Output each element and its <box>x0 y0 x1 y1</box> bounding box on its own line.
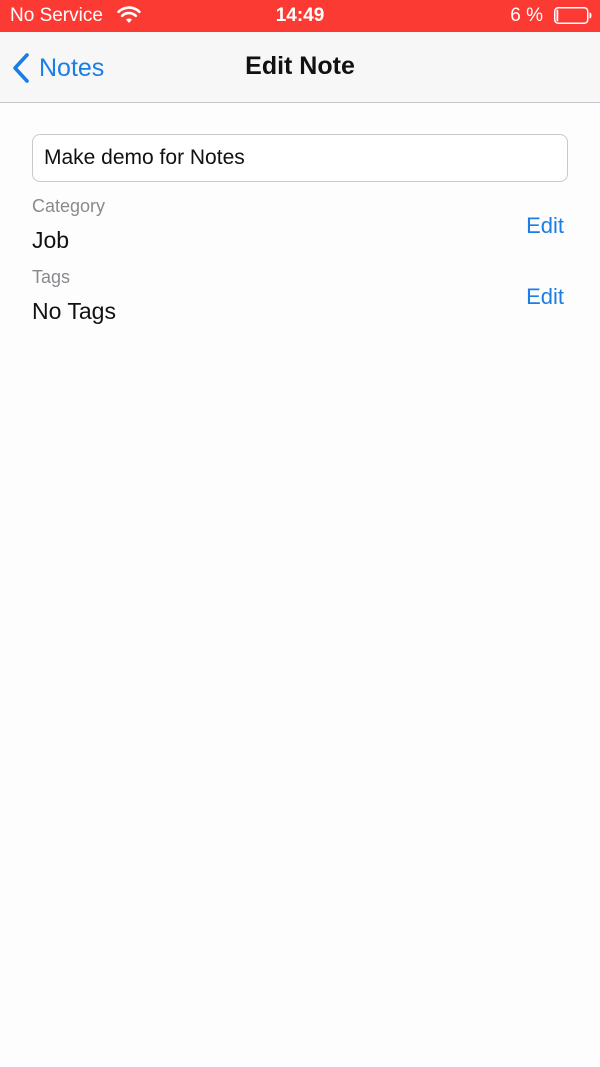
status-bar: No Service 14:49 6 % <box>0 0 600 32</box>
battery-percent: 6 % <box>510 5 543 26</box>
edit-category-button[interactable]: Edit <box>526 213 564 239</box>
navigation-bar: Notes Edit Note <box>0 32 600 103</box>
battery-icon <box>554 7 592 24</box>
tags-label: Tags <box>32 267 71 287</box>
tags-value: No Tags <box>32 298 116 324</box>
page-title: Edit Note <box>245 52 355 80</box>
category-label: Category <box>32 196 106 216</box>
edit-tags-button[interactable]: Edit <box>526 284 564 310</box>
note-title-input[interactable] <box>32 134 568 182</box>
category-value: Job <box>32 227 70 253</box>
